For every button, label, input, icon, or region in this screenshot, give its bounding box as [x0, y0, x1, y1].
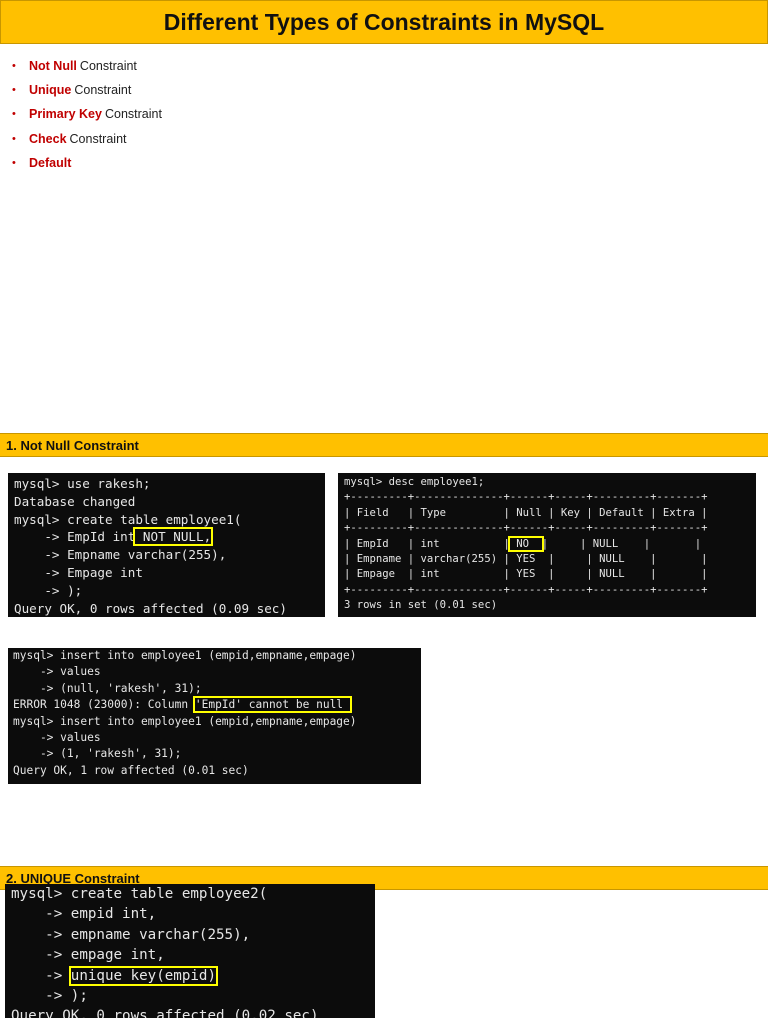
terminal-line: -> (null, 'rakesh', 31);: [13, 681, 416, 697]
terminal-line: Query OK, 1 row affected (0.01 sec): [13, 763, 416, 779]
bullet-icon: •: [12, 108, 16, 121]
bullet-text: Constraint: [79, 59, 137, 74]
terminal-line: -> );: [11, 986, 369, 1006]
terminal-text: Query OK, 0 rows affected (0.09 sec): [14, 600, 287, 616]
terminal-text: | Field | Type | Null | Key | Default | …: [344, 506, 708, 519]
terminal-text: -> empname varchar(255),: [11, 926, 251, 943]
highlighted-text: 'EmpId' cannot be null: [192, 696, 352, 714]
terminal-line: -> Empage int: [14, 564, 319, 582]
list-item: • Default: [12, 151, 162, 175]
terminal-text: mysql> insert into employee1 (empid,empn…: [13, 649, 357, 662]
bullet-keyword: Check: [29, 131, 67, 146]
terminal-line: Database changed: [14, 493, 319, 511]
terminal-text: -> empid int,: [11, 906, 157, 923]
terminal-text: +---------+--------------+------+-----+-…: [344, 522, 708, 535]
terminal-line: Query OK, 0 rows affected (0.09 sec): [14, 600, 319, 617]
terminal-line: +---------+--------------+------+-----+-…: [344, 521, 750, 536]
terminal-text: -> Empage int: [14, 564, 143, 580]
highlighted-text: unique key(empid): [68, 965, 219, 986]
terminal-text: | Empname | varchar(255) | YES | | NULL …: [344, 553, 708, 566]
terminal-text: -> );: [14, 582, 83, 598]
terminal-text: +---------+--------------+------+-----+-…: [344, 491, 708, 504]
terminal-line: mysql> create table employee2(: [11, 884, 369, 904]
terminal-text: ->: [11, 967, 71, 984]
bullet-icon: •: [12, 84, 16, 97]
terminal-text: | | NULL | |: [541, 537, 702, 550]
bullet-text: Constraint: [74, 83, 132, 98]
highlighted-text: NO: [507, 535, 544, 552]
terminal-create-employee1: mysql> use rakesh; Database changed mysql>…: [8, 473, 325, 617]
bullet-icon: •: [12, 156, 16, 169]
bullet-text: Constraint: [104, 107, 162, 122]
terminal-line: -> empname varchar(255),: [11, 925, 369, 945]
terminal-line: Query OK, 0 rows affected (0.02 sec): [11, 1006, 369, 1018]
terminal-line: -> (1, 'rakesh', 31);: [13, 746, 416, 762]
terminal-text: -> );: [11, 988, 88, 1005]
terminal-line: -> Empname varchar(255),: [14, 546, 319, 564]
terminal-text: mysql> insert into employee1 (empid,empn…: [13, 714, 357, 728]
terminal-line: ERROR 1048 (23000): Column 'EmpId' canno…: [13, 696, 416, 714]
section-header-not-null: 1. Not Null Constraint: [0, 433, 768, 457]
bullet-keyword: Unique: [29, 83, 72, 98]
bullet-keyword: Primary Key: [29, 107, 102, 122]
bullet-icon: •: [12, 132, 16, 145]
terminal-text: ERROR 1048 (23000): Column: [13, 698, 195, 712]
terminal-line: mysql> desc employee1;: [344, 475, 750, 490]
terminal-line: mysql> create table employee1(: [14, 511, 319, 529]
terminal-text: -> Empname varchar(255),: [14, 547, 227, 563]
terminal-line: +---------+--------------+------+-----+-…: [344, 583, 750, 598]
terminal-line: mysql> insert into employee1 (empid,empn…: [13, 648, 416, 664]
terminal-text: | Empage | int | YES | | NULL | |: [344, 568, 708, 581]
terminal-line: -> empage int,: [11, 945, 369, 965]
bullet-keyword: Default: [29, 155, 72, 170]
terminal-text: mysql> use rakesh;: [14, 476, 151, 491]
terminal-line: | Empage | int | YES | | NULL | |: [344, 567, 750, 582]
list-item: • Unique Constraint: [12, 78, 162, 102]
terminal-line: | Empname | varchar(255) | YES | | NULL …: [344, 552, 750, 567]
terminal-line: -> values: [13, 730, 416, 746]
terminal-create-employee2: mysql> create table employee2( -> empid …: [5, 884, 375, 1018]
terminal-line: -> unique key(empid): [11, 965, 369, 986]
terminal-line: -> );: [14, 582, 319, 600]
terminal-line: -> empid int,: [11, 904, 369, 924]
terminal-text: +---------+--------------+------+-----+-…: [344, 583, 708, 596]
bullet-icon: •: [12, 60, 16, 73]
terminal-text: -> (1, 'rakesh', 31);: [13, 747, 182, 761]
terminal-line: mysql> insert into employee1 (empid,empn…: [13, 714, 416, 730]
terminal-text: -> empage int,: [11, 947, 165, 964]
constraint-list: • Not Null Constraint • Unique Constraint • P…: [12, 54, 162, 175]
list-item: • Primary Key Constraint: [12, 102, 162, 126]
terminal-text: | EmpId | int |: [344, 537, 510, 550]
terminal-text: 3 rows in set (0.01 sec): [344, 599, 498, 612]
bullet-text: Constraint: [69, 131, 127, 146]
terminal-line: | EmpId | int | NO | | NULL | |: [344, 535, 750, 552]
terminal-line: -> values: [13, 664, 416, 680]
terminal-text: Database changed: [14, 493, 136, 509]
terminal-text: Query OK, 1 row affected (0.01 sec): [13, 763, 249, 777]
title-banner: Different Types of Constraints in MySQL: [0, 0, 768, 44]
list-item: • Not Null Constraint: [12, 54, 162, 78]
terminal-line: mysql> use rakesh;: [14, 475, 319, 493]
terminal-text: mysql> desc employee1;: [344, 476, 485, 488]
terminal-desc-employee1: mysql> desc employee1; +---------+-------…: [338, 473, 756, 617]
page-title: Different Types of Constraints in MySQL: [163, 8, 605, 35]
terminal-text: Query OK, 0 rows affected (0.02 sec): [11, 1008, 319, 1018]
terminal-line: +---------+--------------+------+-----+-…: [344, 490, 750, 505]
terminal-text: -> values: [13, 731, 101, 745]
terminal-text: -> (null, 'rakesh', 31);: [13, 681, 202, 695]
terminal-text: mysql> create table employee2(: [11, 886, 268, 902]
list-item: • Check Constraint: [12, 127, 162, 151]
highlighted-text: NOT NULL,: [133, 527, 214, 547]
terminal-text: -> EmpId int: [14, 529, 136, 545]
terminal-line: | Field | Type | Null | Key | Default | …: [344, 506, 750, 521]
terminal-text: -> values: [13, 665, 101, 679]
bullet-keyword: Not Null: [29, 59, 77, 74]
terminal-insert-employee1: mysql> insert into employee1 (empid,empn…: [8, 648, 421, 784]
terminal-line: -> EmpId int NOT NULL,: [14, 527, 319, 547]
terminal-text: mysql> create table employee1(: [14, 511, 242, 527]
terminal-line: 3 rows in set (0.01 sec): [344, 598, 750, 613]
